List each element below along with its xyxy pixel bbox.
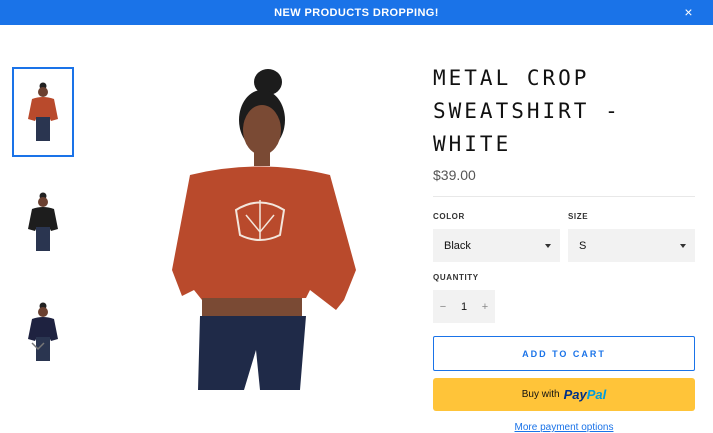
color-select[interactable]: Black xyxy=(433,229,560,262)
quantity-stepper: − 1 + xyxy=(433,290,495,323)
quantity-decrease-button[interactable]: − xyxy=(433,301,453,313)
announcement-text: NEW PRODUCTS DROPPING! xyxy=(274,6,439,19)
size-select-value: S xyxy=(579,239,587,252)
size-select[interactable]: S xyxy=(568,229,695,262)
thumbnail-black[interactable] xyxy=(12,177,74,267)
color-label: COLOR xyxy=(433,212,465,221)
thumbnail-navy[interactable] xyxy=(12,287,74,377)
paypal-logo-pay: Pay xyxy=(563,387,587,402)
product-info: METAL CROP SWEATSHIRT - WHITE $39.00 COL… xyxy=(433,62,695,433)
caret-down-icon xyxy=(545,243,551,248)
quantity-increase-button[interactable]: + xyxy=(475,301,495,313)
quantity-value[interactable]: 1 xyxy=(454,301,474,313)
paypal-button[interactable]: Buy with Pay Pal xyxy=(433,378,695,411)
size-option: SIZE S xyxy=(568,212,695,262)
variant-options: COLOR Black SIZE S xyxy=(433,212,695,262)
product-main-image xyxy=(172,69,356,390)
product-title-line1: METAL CROP xyxy=(433,66,590,90)
add-to-cart-button[interactable]: ADD TO CART xyxy=(433,336,695,371)
more-payment-options-link[interactable]: More payment options xyxy=(433,422,695,433)
model-thumbnail-image xyxy=(28,192,58,251)
chevron-down-icon[interactable] xyxy=(30,338,46,354)
product-title: METAL CROP SWEATSHIRT - WHITE xyxy=(433,62,695,161)
product-title-line2: SWEATSHIRT - WHITE xyxy=(433,99,621,156)
model-thumbnail-image xyxy=(28,82,58,141)
size-label: SIZE xyxy=(568,212,589,221)
product-price: $39.00 xyxy=(433,167,695,197)
caret-down-icon xyxy=(680,243,686,248)
thumbnail-red[interactable] xyxy=(12,67,74,157)
color-select-value: Black xyxy=(444,239,471,252)
paypal-logo-pal: Pal xyxy=(586,387,607,402)
announcement-bar: NEW PRODUCTS DROPPING! × xyxy=(0,0,713,25)
close-icon[interactable]: × xyxy=(684,4,693,20)
quantity-label: QUANTITY xyxy=(433,273,479,282)
color-option: COLOR Black xyxy=(433,212,560,262)
paypal-prefix: Buy with xyxy=(521,389,560,400)
